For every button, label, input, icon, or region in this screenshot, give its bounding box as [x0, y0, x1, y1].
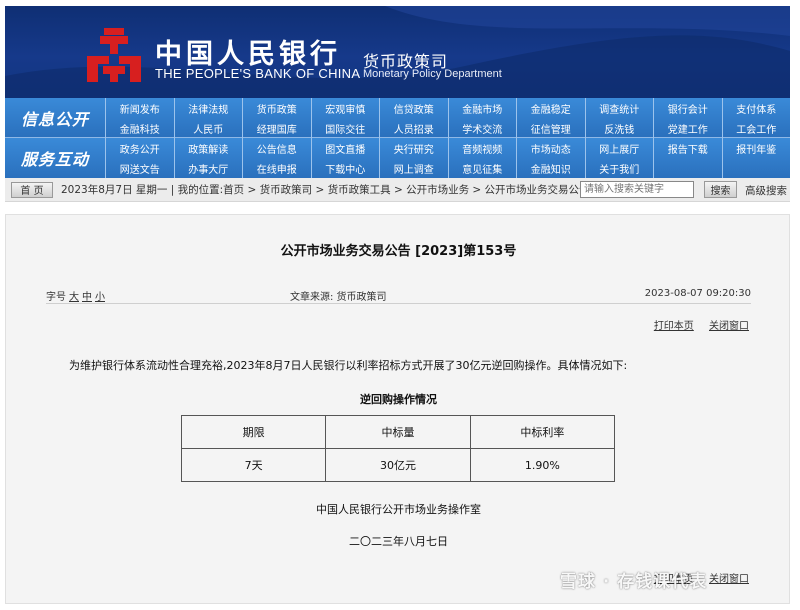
article-paragraph: 为维护银行体系流动性合理充裕,2023年8月7日人民银行以利率招标方式开展了30… — [69, 359, 628, 372]
article-source: 文章来源: 货币政策司 — [290, 292, 387, 303]
nav-item-service-1[interactable]: 政策解读 — [173, 138, 243, 158]
signature: 中国人民银行公开市场业务操作室 — [316, 503, 481, 516]
article-datetime: 2023-08-07 09:20:30 — [644, 288, 751, 299]
print-page-link[interactable]: 打印本页 — [654, 321, 694, 332]
font-size-small-link[interactable]: 小 — [95, 292, 105, 303]
nav-item-service-13[interactable]: 下载中心 — [310, 158, 380, 178]
nav-item-info-6[interactable]: 金融稳定 — [516, 98, 585, 118]
main-nav: 信息公开 新闻发布 法律法规 货币政策 宏观审慎 信贷政策 金融市场 金融稳定 调查统计 银行会… — [5, 98, 790, 178]
nav-heading-service: 服务互动 — [20, 150, 89, 169]
table-cell-rate: 1.90% — [469, 448, 616, 482]
xueqiu-watermark: 雪球 · 存钱课代表 — [560, 572, 708, 592]
nav-grid-info: 新闻发布 法律法规 货币政策 宏观审慎 信贷政策 金融市场 金融稳定 调查统计 银行会计 支付体系… — [105, 98, 790, 138]
nav-item-service-2[interactable]: 公告信息 — [242, 138, 311, 158]
nav-item-info-11[interactable]: 人民币 — [173, 118, 243, 138]
table-cell-term: 7天 — [180, 448, 327, 482]
table-title: 逆回购操作情况 — [360, 393, 437, 406]
reverse-repo-table: 期限 中标量 中标利率 7天 30亿元 1.90% — [180, 415, 616, 482]
nav-item-info-17[interactable]: 反洗钱 — [584, 118, 654, 138]
bank-name-en: THE PEOPLE'S BANK OF CHINA — [155, 66, 361, 81]
nav-item-service-10[interactable]: 网送文告 — [105, 158, 174, 178]
nav-grid-service: 政务公开 政策解读 公告信息 图文直播 央行研究 音频视频 市场动态 网上展厅 报告下载 报刊年鉴… — [105, 138, 790, 178]
nav-item-service-5[interactable]: 音频视频 — [447, 138, 517, 158]
nav-item-info-0[interactable]: 新闻发布 — [105, 98, 174, 118]
font-size-label: 字号 — [46, 292, 66, 303]
top-actions: 打印本页 关闭窗口 — [642, 317, 749, 332]
nav-item-info-13[interactable]: 国际交往 — [310, 118, 380, 138]
close-window-link[interactable]: 关闭窗口 — [709, 321, 749, 332]
nav-heading-info: 信息公开 — [20, 110, 89, 129]
font-size-medium-link[interactable]: 中 — [82, 292, 92, 303]
nav-item-service-7[interactable]: 网上展厅 — [584, 138, 654, 158]
table-header-cell: 中标量 — [325, 415, 471, 449]
table-header-cell: 期限 — [180, 415, 327, 449]
nav-item-service-14[interactable]: 网上调查 — [379, 158, 448, 178]
nav-item-service-15[interactable]: 意见征集 — [447, 158, 517, 178]
search-button[interactable]: 搜索 — [704, 181, 737, 198]
nav-item-info-19[interactable]: 工会工作 — [721, 118, 791, 138]
font-size-large-link[interactable]: 大 — [69, 292, 79, 303]
nav-item-service-4[interactable]: 央行研究 — [379, 138, 448, 158]
nav-item-info-10[interactable]: 金融科技 — [105, 118, 174, 138]
nav-item-info-12[interactable]: 经理国库 — [242, 118, 311, 138]
nav-item-info-15[interactable]: 学术交流 — [447, 118, 517, 138]
nav-item-info-2[interactable]: 货币政策 — [242, 98, 311, 118]
article-meta: 字号大中小 文章来源: 货币政策司 2023-08-07 09:20:30 — [46, 288, 751, 304]
nav-item-service-19 — [721, 158, 791, 178]
table-row: 7天 30亿元 1.90% — [180, 448, 616, 482]
nav-item-info-5[interactable]: 金融市场 — [447, 98, 517, 118]
nav-item-service-18 — [653, 158, 722, 178]
nav-item-service-8[interactable]: 报告下载 — [653, 138, 722, 158]
nav-item-service-17[interactable]: 关于我们 — [584, 158, 654, 178]
nav-item-service-9[interactable]: 报刊年鉴 — [721, 138, 791, 158]
advanced-search-link[interactable]: 高级搜索 — [745, 183, 787, 198]
table-header-row: 期限 中标量 中标利率 — [180, 415, 616, 449]
search-input[interactable] — [580, 181, 694, 198]
nav-item-info-9[interactable]: 支付体系 — [721, 98, 791, 118]
font-size-control: 字号大中小 — [46, 288, 105, 303]
table-header-cell: 中标利率 — [469, 415, 616, 449]
nav-item-info-16[interactable]: 征信管理 — [516, 118, 585, 138]
nav-item-service-12[interactable]: 在线申报 — [242, 158, 311, 178]
nav-item-info-18[interactable]: 党建工作 — [653, 118, 722, 138]
dept-name-en: Monetary Policy Department — [363, 68, 502, 80]
nav-item-service-3[interactable]: 图文直播 — [310, 138, 380, 158]
home-button[interactable]: 首 页 — [11, 181, 53, 198]
nav-item-info-14[interactable]: 人员招录 — [379, 118, 448, 138]
site-banner: 中国人民银行 THE PEOPLE'S BANK OF CHINA 货币政策司 … — [5, 6, 790, 98]
nav-item-info-3[interactable]: 宏观审慎 — [310, 98, 380, 118]
breadcrumb-bar: 首 页 2023年8月7日 星期一 | 我的位置:首页 > 货币政策司 > 货币… — [5, 178, 790, 202]
table-cell-amount: 30亿元 — [325, 448, 471, 482]
nav-item-info-8[interactable]: 银行会计 — [653, 98, 722, 118]
nav-item-service-16[interactable]: 金融知识 — [516, 158, 585, 178]
close-window-link-bottom[interactable]: 关闭窗口 — [709, 574, 749, 585]
article-panel: 公开市场业务交易公告 [2023]第153号 字号大中小 文章来源: 货币政策司… — [5, 214, 790, 604]
nav-item-info-4[interactable]: 信贷政策 — [379, 98, 448, 118]
nav-item-service-11[interactable]: 办事大厅 — [173, 158, 243, 178]
nav-row-service: 服务互动 政务公开 政策解读 公告信息 图文直播 央行研究 音频视频 市场动态 网上展厅 报告下… — [5, 138, 790, 178]
nav-item-info-7[interactable]: 调查统计 — [584, 98, 654, 118]
signature-date: 二〇二三年八月七日 — [349, 535, 448, 548]
article-title: 公开市场业务交易公告 [2023]第153号 — [280, 244, 517, 259]
breadcrumb: 2023年8月7日 星期一 | 我的位置:首页 > 货币政策司 > 货币政策工具… — [61, 184, 590, 196]
nav-item-info-1[interactable]: 法律法规 — [173, 98, 243, 118]
nav-row-info: 信息公开 新闻发布 法律法规 货币政策 宏观审慎 信贷政策 金融市场 金融稳定 调查统计 银行会… — [5, 98, 790, 138]
pboc-logo-icon — [87, 28, 141, 82]
nav-item-service-0[interactable]: 政务公开 — [105, 138, 174, 158]
nav-item-service-6[interactable]: 市场动态 — [516, 138, 585, 158]
